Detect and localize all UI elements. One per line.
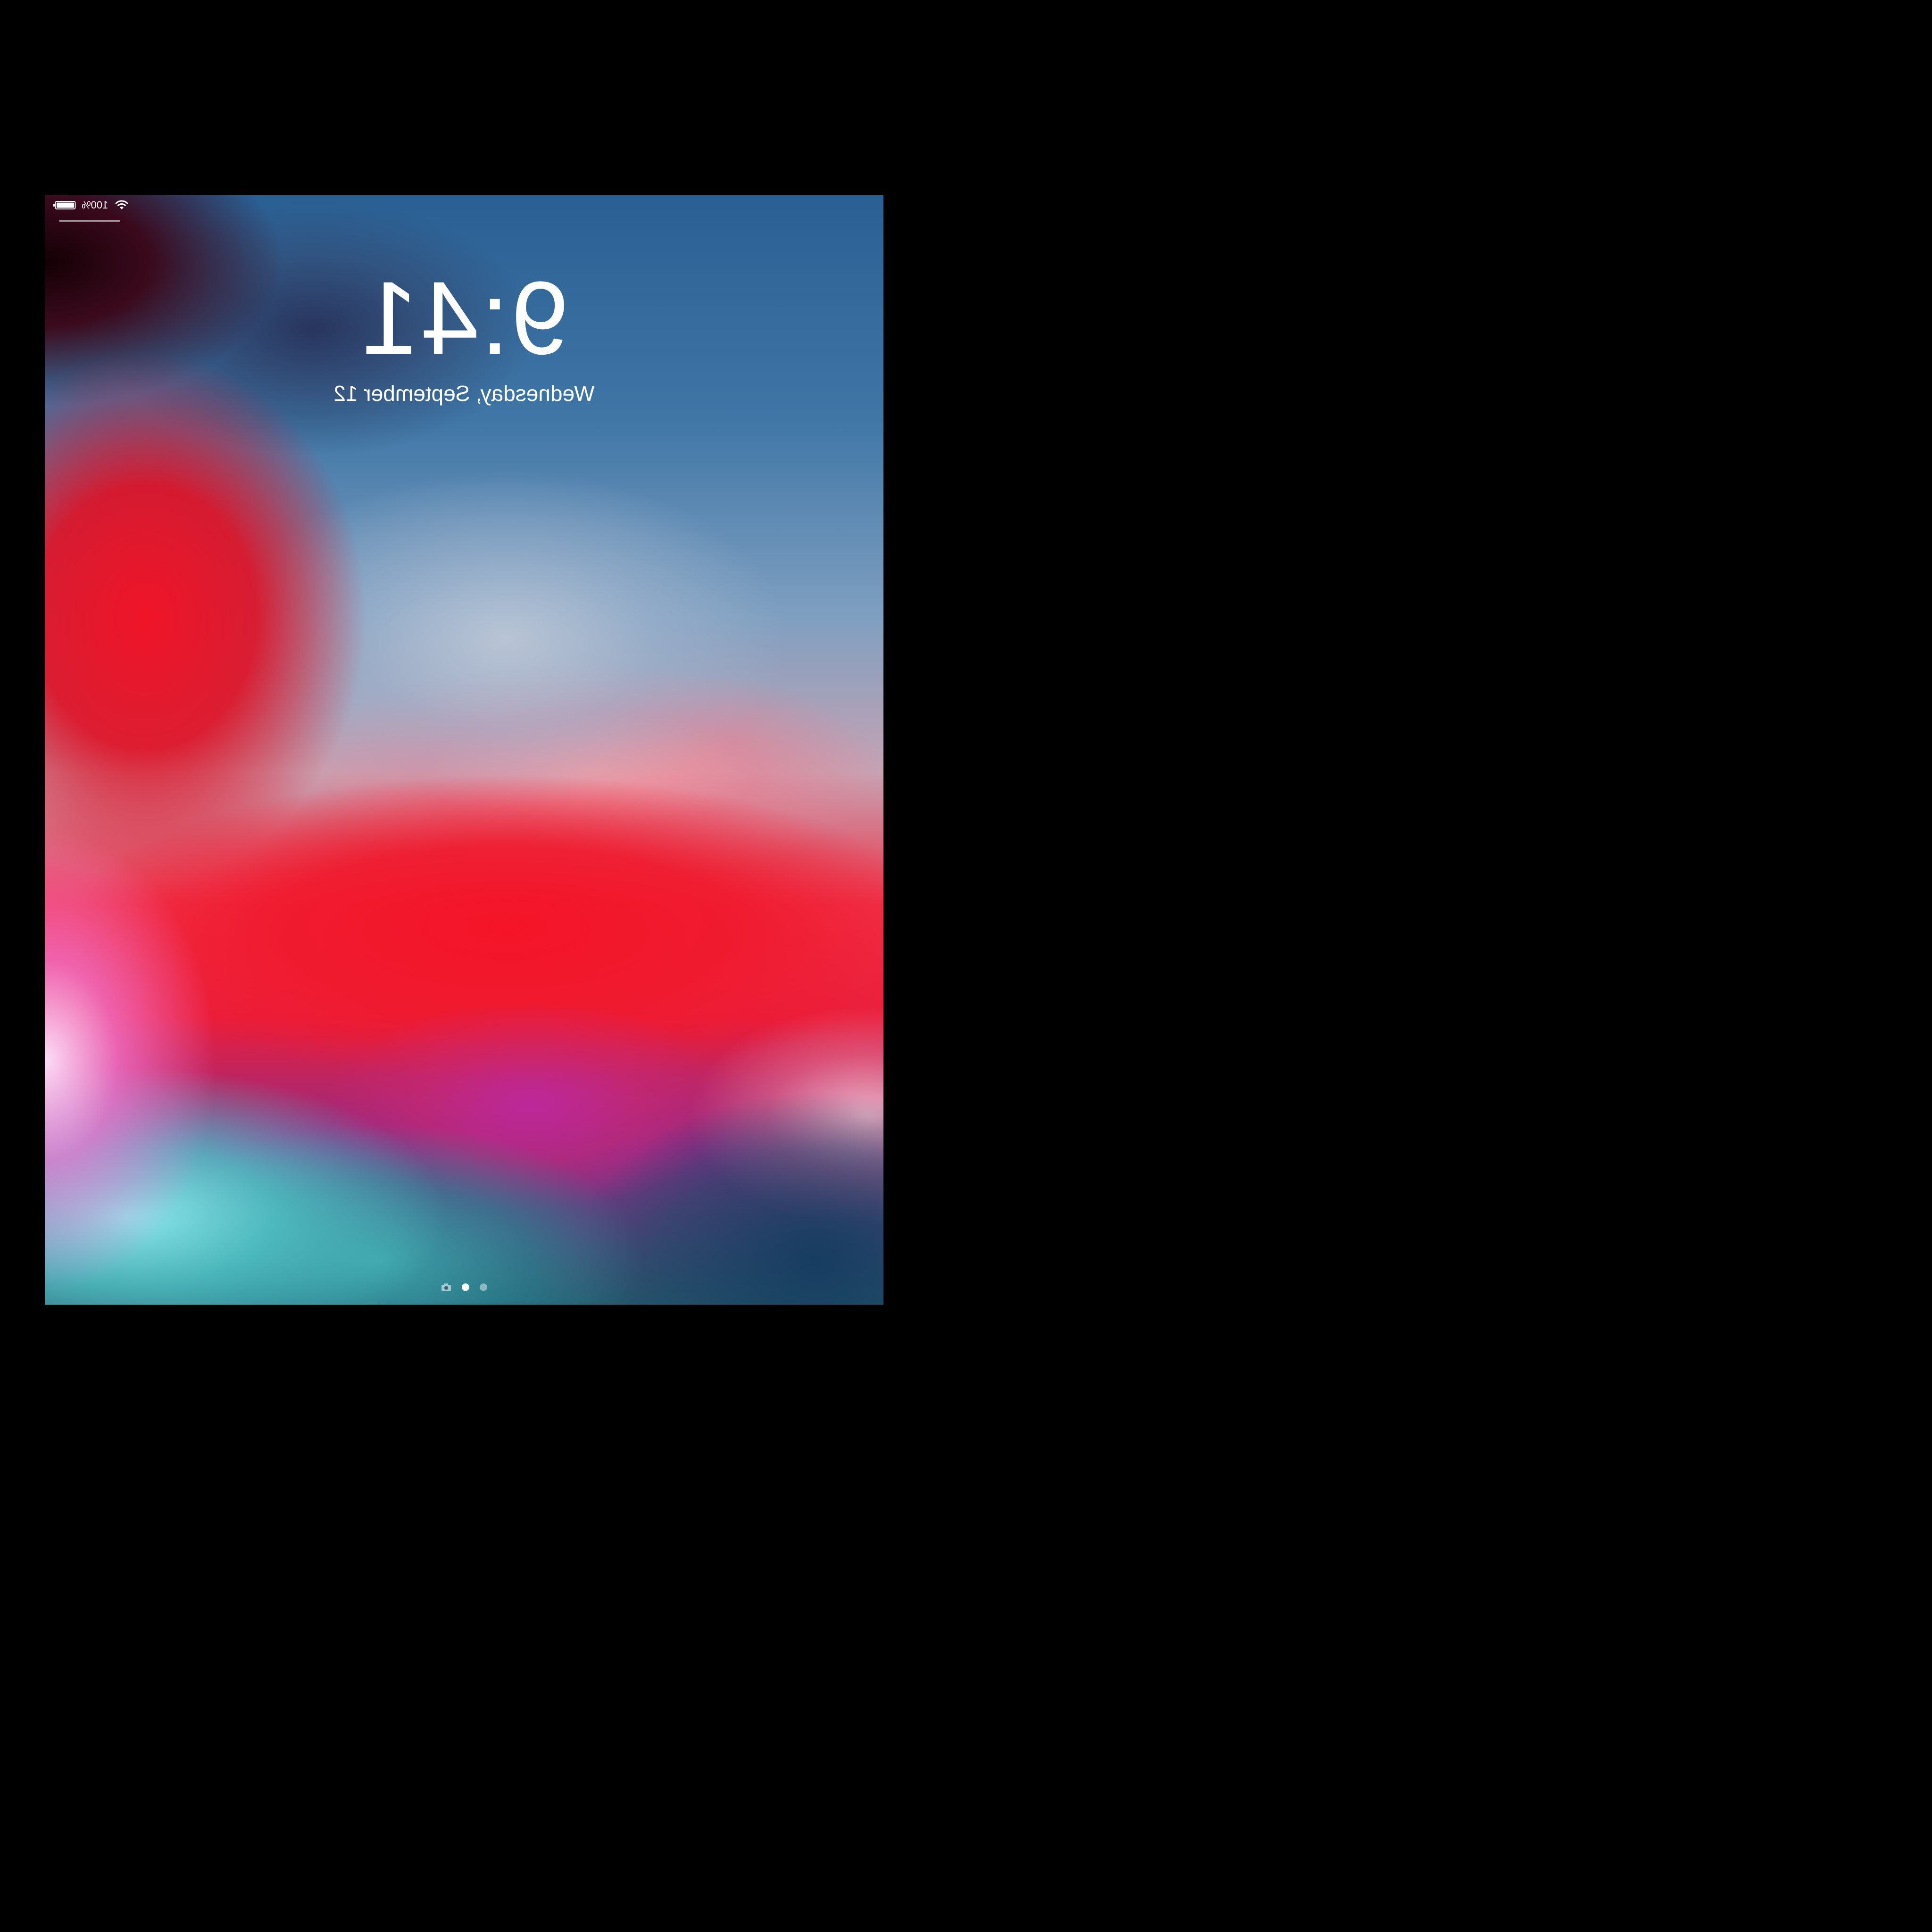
lock-screen-date: Wednesday, September 12 [333, 381, 595, 406]
wifi-icon [115, 200, 128, 209]
notification-grabber[interactable] [59, 220, 120, 222]
status-bar: 100% [45, 195, 883, 214]
page-dot-active [462, 1283, 469, 1291]
page-indicator[interactable] [45, 1280, 883, 1294]
battery-percentage: 100% [82, 199, 108, 211]
page-dot [480, 1283, 487, 1291]
battery-icon [53, 201, 76, 209]
camera-icon [441, 1283, 451, 1291]
lock-screen-time: 9:41 [359, 260, 569, 376]
lock-screen[interactable]: 100% 9:41 Wednesday, September 12 [45, 195, 883, 1305]
